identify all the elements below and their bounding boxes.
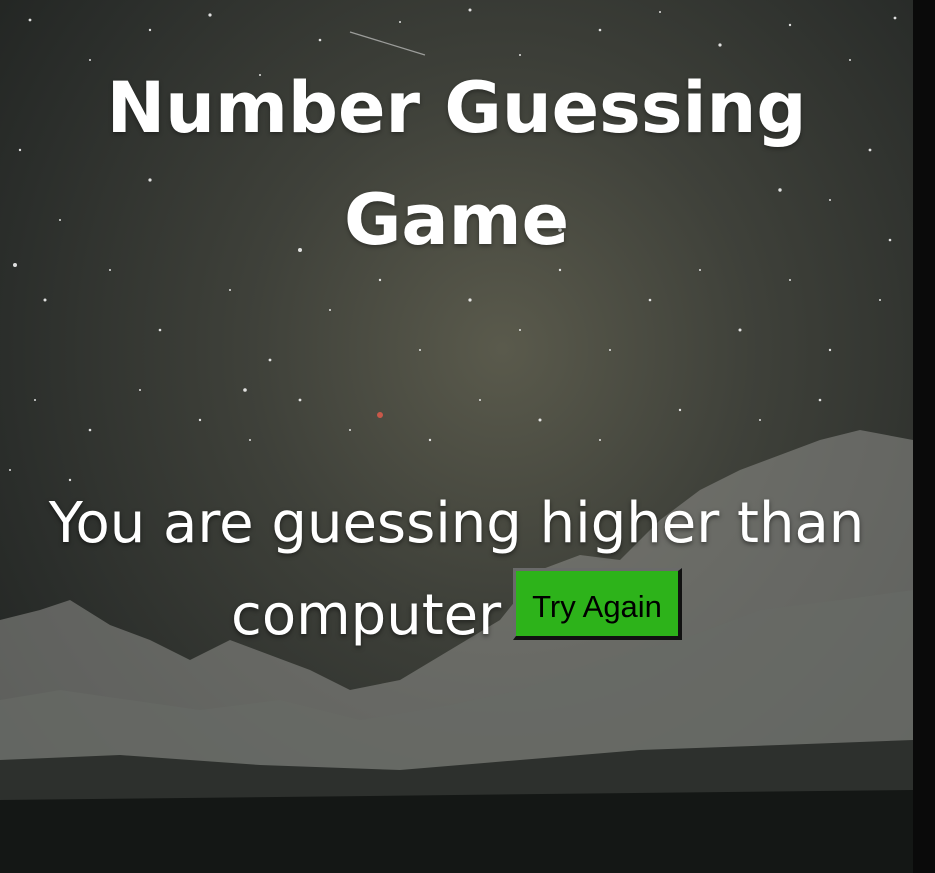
window-scrollbar[interactable]: [913, 0, 935, 873]
title-line-1: Number Guessing: [106, 67, 807, 149]
result-message: You are guessing higher than computer Try…: [0, 478, 913, 662]
result-message-word: computer: [231, 583, 502, 648]
game-title: Number Guessing Game: [0, 52, 913, 276]
result-message-line-2: computer Try Again: [0, 567, 913, 662]
result-message-line-1: You are guessing higher than: [48, 491, 865, 556]
try-again-button[interactable]: Try Again: [513, 567, 682, 640]
title-line-2: Game: [343, 179, 570, 261]
game-screen: Number Guessing Game You are guessing hi…: [0, 0, 913, 873]
